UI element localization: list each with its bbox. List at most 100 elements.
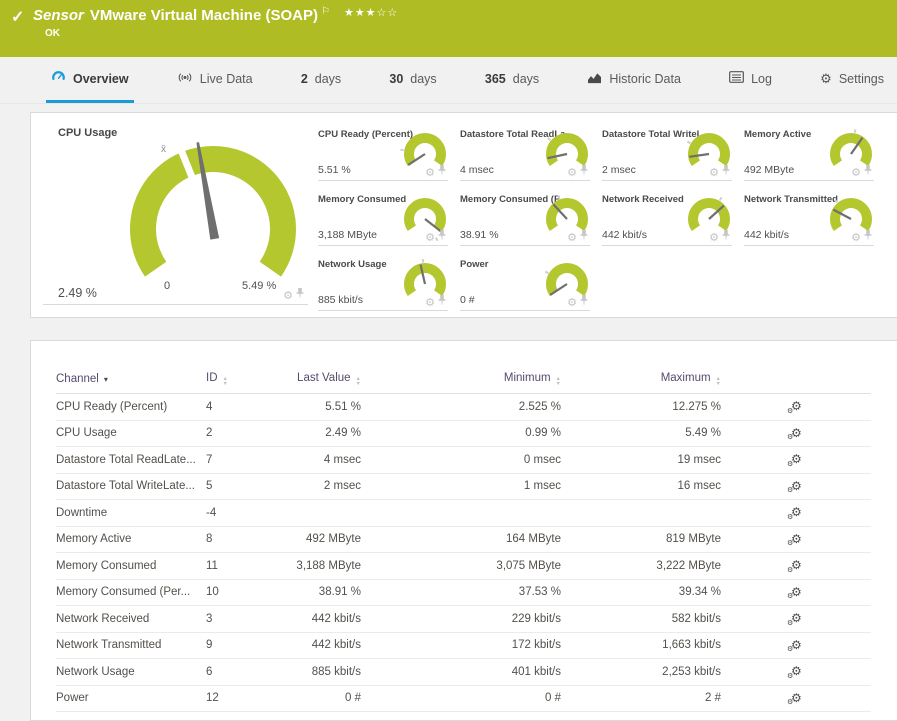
pin-icon[interactable] bbox=[296, 286, 304, 302]
column-header-maximum[interactable]: Maximum ▲ ▼ bbox=[561, 367, 721, 394]
pin-icon[interactable] bbox=[438, 228, 446, 244]
gauge-value: 442 kbit/s bbox=[744, 229, 789, 241]
priority-stars[interactable]: ★★★☆☆ bbox=[344, 7, 398, 19]
gear-icon[interactable]: ⚙ bbox=[851, 233, 861, 244]
gear-icon[interactable]: ⚙ bbox=[425, 168, 435, 179]
tab-label: Live Data bbox=[199, 71, 253, 86]
pin-icon[interactable] bbox=[580, 293, 588, 309]
gauge-tile[interactable]: Network Transmitted 442 kbit/s ⚙ bbox=[744, 194, 874, 246]
column-header-channel[interactable]: Channel ▾ bbox=[56, 367, 206, 394]
gauge-value: 38.91 % bbox=[460, 229, 499, 241]
tab-label: days bbox=[512, 71, 540, 86]
channel-last-value: 2 msec bbox=[286, 473, 361, 500]
gauge-tile[interactable]: Power 0 # ⚙ bbox=[460, 259, 590, 311]
gear-icon[interactable]: ⚙ bbox=[425, 298, 435, 309]
table-row: Network Received 3 442 kbit/s 229 kbit/s… bbox=[56, 605, 871, 633]
channel-settings-gears-icon[interactable]: ⚙ ⚙ bbox=[787, 533, 802, 548]
channel-id: 10 bbox=[206, 579, 286, 606]
tab-live-data[interactable]: Live Data bbox=[172, 57, 258, 103]
channel-name[interactable]: Network Usage bbox=[56, 658, 206, 686]
channel-name[interactable]: CPU Ready (Percent) bbox=[56, 393, 206, 421]
tab-365-days[interactable]: 365 days bbox=[480, 57, 544, 103]
channel-name[interactable]: Memory Consumed bbox=[56, 552, 206, 580]
main-gauge-tile[interactable]: CPU Usage x̄ 0 5.49 % 2.49 % ⚙ bbox=[43, 125, 308, 305]
gauge-tile[interactable]: CPU Ready (Percent) 5.51 % ⚙ bbox=[318, 129, 448, 181]
gauge-title: Network Received bbox=[602, 194, 684, 205]
gear-icon[interactable]: ⚙ bbox=[425, 233, 435, 244]
pin-icon[interactable] bbox=[438, 293, 446, 309]
gauge-tile[interactable]: Datastore Total ReadLa... 4 msec ⚙ bbox=[460, 129, 590, 181]
tab-label: Overview bbox=[73, 71, 129, 86]
gear-icon[interactable]: ⚙ bbox=[283, 291, 293, 302]
pin-icon[interactable] bbox=[580, 228, 588, 244]
tab-overview[interactable]: Overview bbox=[46, 57, 134, 103]
tab-30-days[interactable]: 30 days bbox=[384, 57, 441, 103]
pin-icon[interactable] bbox=[722, 163, 730, 179]
tab-settings[interactable]: ⚙ Settings bbox=[815, 57, 889, 103]
channel-name[interactable]: CPU Usage bbox=[56, 420, 206, 447]
channel-settings-gears-icon[interactable]: ⚙ ⚙ bbox=[787, 400, 802, 415]
channel-id: -4 bbox=[206, 499, 286, 527]
gauge-value: 3,188 MByte bbox=[318, 229, 377, 241]
gear-icon[interactable]: ⚙ bbox=[709, 233, 719, 244]
channel-settings-gears-icon[interactable]: ⚙ ⚙ bbox=[787, 665, 802, 680]
channel-minimum: 0.99 % bbox=[361, 420, 561, 447]
gauge-tile[interactable]: Network Usage 885 kbit/s ⚙ bbox=[318, 259, 448, 311]
flag-icon[interactable]: ⚐ bbox=[321, 6, 330, 17]
gear-icon[interactable]: ⚙ bbox=[567, 233, 577, 244]
gear-icon[interactable]: ⚙ bbox=[567, 168, 577, 179]
channel-name[interactable]: Datastore Total ReadLate... bbox=[56, 446, 206, 474]
channel-settings-gears-icon[interactable]: ⚙ ⚙ bbox=[787, 427, 802, 442]
channel-settings-gears-icon[interactable]: ⚙ ⚙ bbox=[787, 612, 802, 627]
table-row: Network Usage 6 885 kbit/s 401 kbit/s 2,… bbox=[56, 658, 871, 686]
gauge-tile[interactable]: Memory Active 492 MByte ⚙ bbox=[744, 129, 874, 181]
pin-icon[interactable] bbox=[580, 163, 588, 179]
channel-last-value bbox=[286, 499, 361, 527]
channel-settings-gears-icon[interactable]: ⚙ ⚙ bbox=[787, 639, 802, 654]
column-header-last-value[interactable]: Last Value ▲ ▼ bbox=[286, 367, 361, 394]
channel-name[interactable]: Memory Active bbox=[56, 526, 206, 553]
channel-maximum: 39.34 % bbox=[561, 579, 721, 606]
pin-icon[interactable] bbox=[864, 163, 872, 179]
pin-icon[interactable] bbox=[438, 163, 446, 179]
pin-icon[interactable] bbox=[864, 228, 872, 244]
channel-name[interactable]: Network Transmitted bbox=[56, 632, 206, 659]
channel-last-value: 442 kbit/s bbox=[286, 632, 361, 659]
gauge-tile[interactable]: Memory Consumed (P... 38.91 % ⚙ bbox=[460, 194, 590, 246]
gauge-title: Memory Active bbox=[744, 129, 812, 140]
channel-maximum: 3,222 MByte bbox=[561, 552, 721, 580]
gear-icon[interactable]: ⚙ bbox=[851, 168, 861, 179]
channel-settings-gears-icon[interactable]: ⚙ ⚙ bbox=[787, 692, 802, 707]
gauge-tile[interactable]: Datastore Total WriteL... 2 msec ⚙ bbox=[602, 129, 732, 181]
gauge-title: CPU Usage bbox=[58, 127, 118, 139]
channel-name[interactable]: Power bbox=[56, 685, 206, 712]
table-body: CPU Ready (Percent) 4 5.51 % 2.525 % 12.… bbox=[56, 393, 871, 712]
channel-maximum: 2 # bbox=[561, 685, 721, 712]
column-header-id[interactable]: ID ▲ ▼ bbox=[206, 367, 286, 394]
channel-name[interactable]: Datastore Total WriteLate... bbox=[56, 473, 206, 500]
tab-2-days[interactable]: 2 days bbox=[296, 57, 346, 103]
channel-maximum: 2,253 kbit/s bbox=[561, 658, 721, 686]
channel-settings-gears-icon[interactable]: ⚙ ⚙ bbox=[787, 586, 802, 601]
channel-settings-gears-icon[interactable]: ⚙ ⚙ bbox=[787, 453, 802, 468]
channel-minimum: 2.525 % bbox=[361, 393, 561, 421]
tab-log[interactable]: Log bbox=[724, 57, 777, 103]
pin-icon[interactable] bbox=[722, 228, 730, 244]
gear-icon[interactable]: ⚙ bbox=[567, 298, 577, 309]
column-header-minimum[interactable]: Minimum ▲ ▼ bbox=[361, 367, 561, 394]
channel-id: 11 bbox=[206, 552, 286, 580]
channel-settings-gears-icon[interactable]: ⚙ ⚙ bbox=[787, 480, 802, 495]
channel-maximum: 582 kbit/s bbox=[561, 605, 721, 633]
channel-id: 4 bbox=[206, 393, 286, 421]
channel-name[interactable]: Network Received bbox=[56, 605, 206, 633]
gear-icon[interactable]: ⚙ bbox=[709, 168, 719, 179]
table-row: Datastore Total ReadLate... 7 4 msec 0 m… bbox=[56, 446, 871, 474]
channel-settings-gears-icon[interactable]: ⚙ ⚙ bbox=[787, 559, 802, 574]
channels-table: Channel ▾ ID ▲ ▼ Last Value ▲ ▼ Minimum ▲ ▼ Max… bbox=[56, 367, 871, 712]
gauge-tile[interactable]: Memory Consumed 3,188 MByte ⚙ bbox=[318, 194, 448, 246]
tab-historic-data[interactable]: Historic Data bbox=[582, 57, 686, 103]
channel-name[interactable]: Memory Consumed (Per... bbox=[56, 579, 206, 606]
channel-name[interactable]: Downtime bbox=[56, 499, 206, 527]
channel-settings-gears-icon[interactable]: ⚙ ⚙ bbox=[787, 506, 802, 521]
gauge-tile[interactable]: Network Received 442 kbit/s ⚙ bbox=[602, 194, 732, 246]
